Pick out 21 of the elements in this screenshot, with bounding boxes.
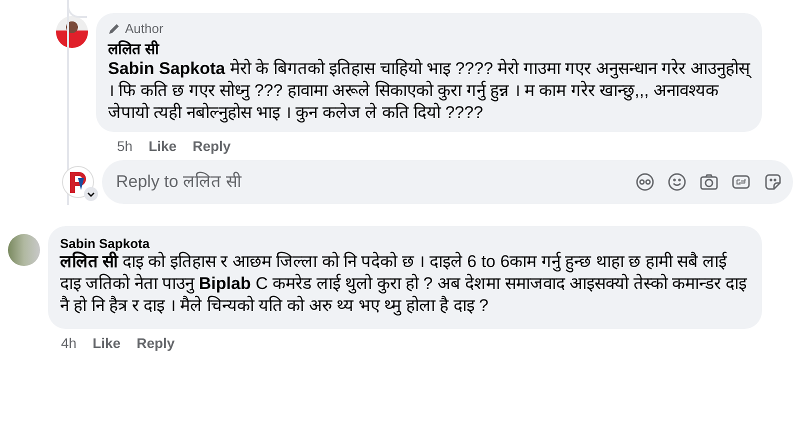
chevron-down-icon[interactable]: [84, 187, 98, 201]
camera-icon[interactable]: [699, 172, 719, 192]
commenter-name[interactable]: ललित सी: [108, 38, 750, 58]
reply-field[interactable]: Reply to ललित सी: [102, 160, 793, 204]
author-label: Author: [125, 21, 164, 36]
sticker-icon[interactable]: [763, 172, 783, 192]
comment-time[interactable]: 5h: [117, 138, 133, 154]
reply-link[interactable]: Reply: [136, 335, 175, 351]
reply-input-field[interactable]: Reply to ललित सी: [114, 171, 635, 193]
comment-text: Sabin Sapkota मेरो के बिगतको इतिहास चाहियो भाइ ???? मेरो गाउमा गएर अनुसन्धान गरेर आउनुहोस् । फि कति छ गएर सोध्नु ??? हावामा अरूले सिकाएको कुरा गर्नु हुन्न । म काम गरेर खान्छु,,, अनावश्यक जेपायो त्यही नबोल्नुहोस भाइ । कुन कलेज ले कति दियो ????: [108, 58, 750, 124]
comment-text: ललित सी दाइ को इतिहास र आछम जिल्ला को नि पदेको छ । दाइले 6 to 6काम गर्नु हुन्छ थाहा छ हामी सबै लाई दाइ जतिको नेता पाउनु Biplab C कमरेड लाई थुलो कुरा हो ? अब देशमा समाजवाद आइसक्यो तेस्को कमान्डर दाइ नै हो नि हैत्र र दाइ । मैले चिन्यको यति को अरु थ्य भए थ्मु होला है दाइ ?: [60, 251, 748, 317]
like-link[interactable]: Like: [92, 335, 121, 351]
avatar-sticker-icon[interactable]: [635, 172, 655, 192]
pencil-icon: [108, 22, 121, 35]
emoji-icon[interactable]: [667, 172, 687, 192]
avatar[interactable]: [56, 16, 88, 48]
commenter-name[interactable]: Sabin Sapkota: [60, 236, 750, 251]
avatar[interactable]: [8, 234, 40, 266]
reply-link[interactable]: Reply: [192, 138, 231, 154]
like-link[interactable]: Like: [148, 138, 177, 154]
comment-time[interactable]: 4h: [61, 335, 77, 351]
